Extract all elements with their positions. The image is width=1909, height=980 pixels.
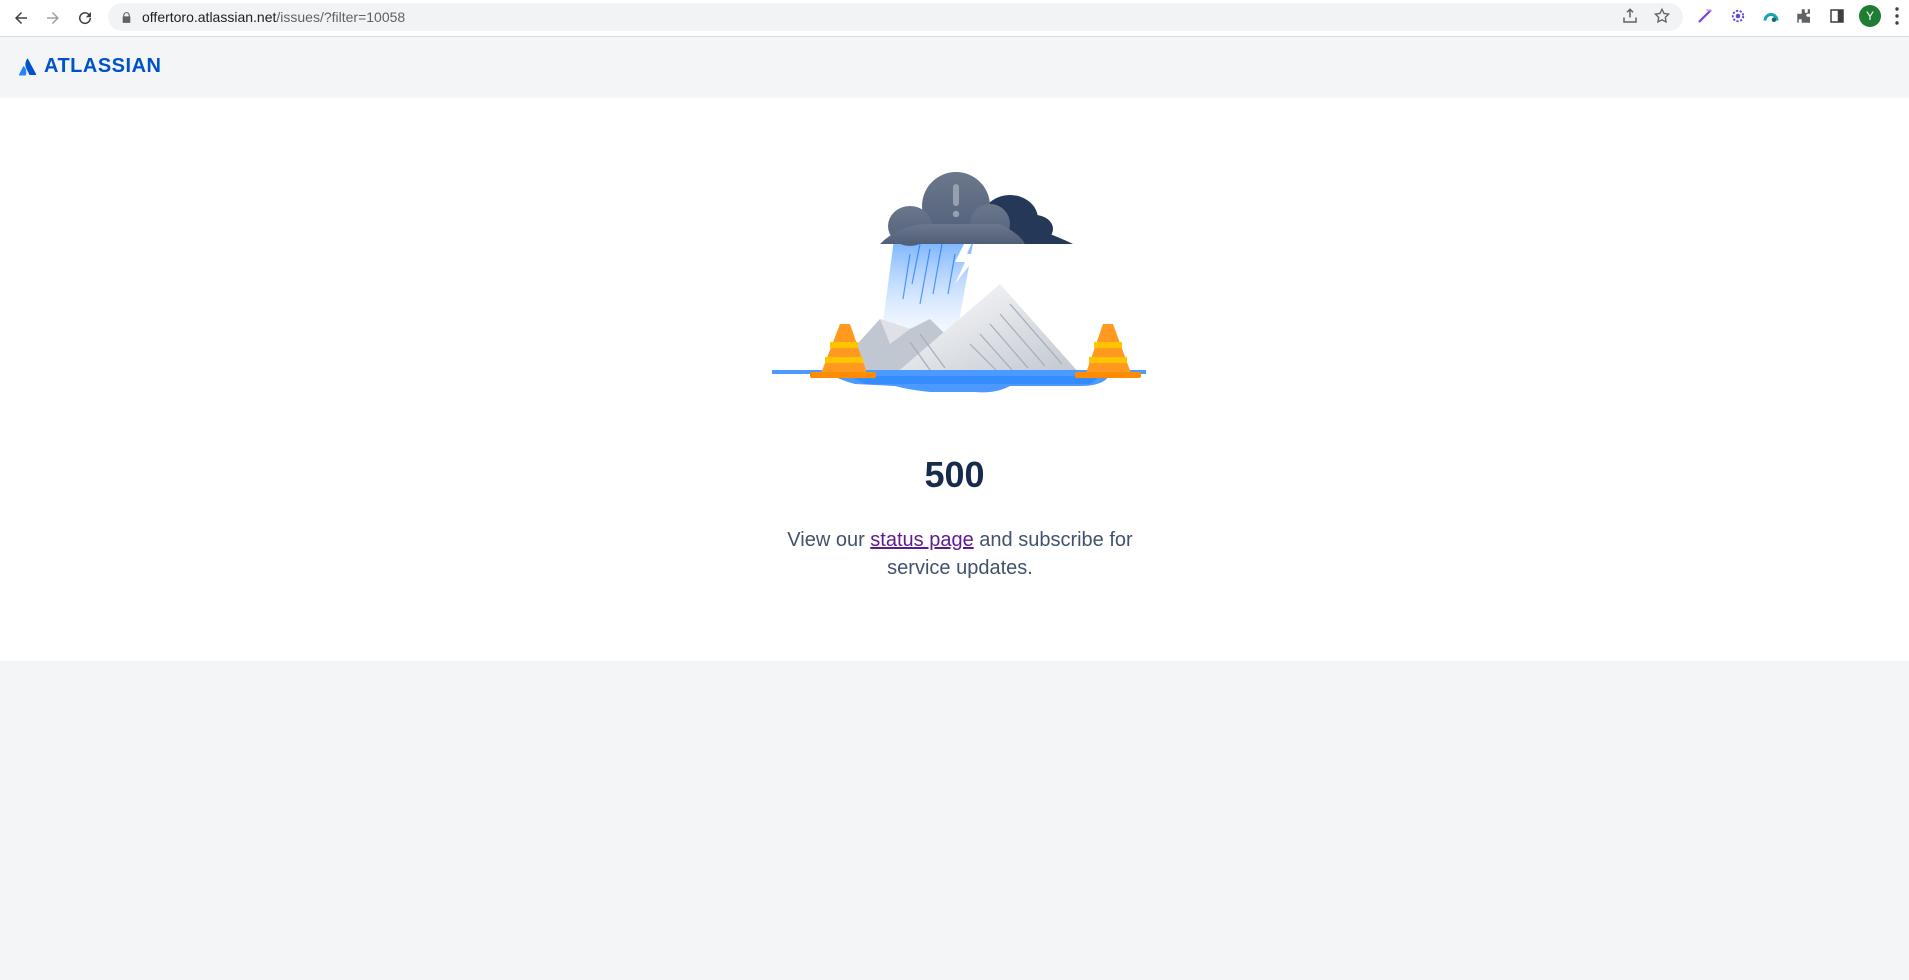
sidebar-icon[interactable] — [1826, 5, 1848, 27]
extension-wave-icon[interactable] — [1760, 5, 1782, 27]
status-page-link[interactable]: status page — [870, 529, 973, 551]
back-icon — [15, 12, 27, 24]
forward-icon — [47, 12, 59, 24]
url-path: /issues/?filter=10058 — [276, 9, 406, 25]
message-prefix: View our — [787, 529, 871, 551]
page-header: ATLASSIAN — [0, 37, 1909, 98]
right-traffic-cone — [1075, 324, 1141, 378]
atlassian-logo[interactable]: ATLASSIAN — [18, 55, 161, 78]
lock-icon[interactable] — [120, 10, 134, 24]
forward-button[interactable] — [38, 3, 68, 33]
reload-button[interactable] — [70, 3, 100, 33]
star-icon[interactable] — [1653, 7, 1671, 25]
error-code: 500 — [924, 454, 985, 495]
puzzle-icon[interactable] — [1793, 5, 1815, 27]
atlassian-logo-icon — [18, 58, 37, 75]
back-button[interactable] — [6, 3, 36, 33]
url-host: offertoro.atlassian.net — [142, 9, 277, 25]
error-panel: 500 View our status page and subscribe f… — [0, 98, 1909, 661]
extension-feather-icon[interactable] — [1694, 5, 1716, 27]
storm-illustration — [772, 172, 1146, 393]
reload-icon — [79, 12, 92, 25]
profile-avatar[interactable]: Y — [1859, 5, 1881, 27]
page-background — [0, 661, 1909, 980]
extension-gear-icon[interactable] — [1727, 5, 1749, 27]
share-icon[interactable] — [1621, 7, 1639, 25]
logo-text: ATLASSIAN — [44, 55, 162, 77]
error-message: View our status page and subscribe for s… — [775, 526, 1145, 582]
address-bar[interactable]: offertoro.atlassian.net/issues/?filter=1… — [108, 3, 1683, 31]
url-text[interactable]: offertoro.atlassian.net/issues/?filter=1… — [142, 9, 405, 25]
menu-icon[interactable] — [1892, 5, 1902, 27]
browser-toolbar: offertoro.atlassian.net/issues/?filter=1… — [0, 0, 1909, 37]
